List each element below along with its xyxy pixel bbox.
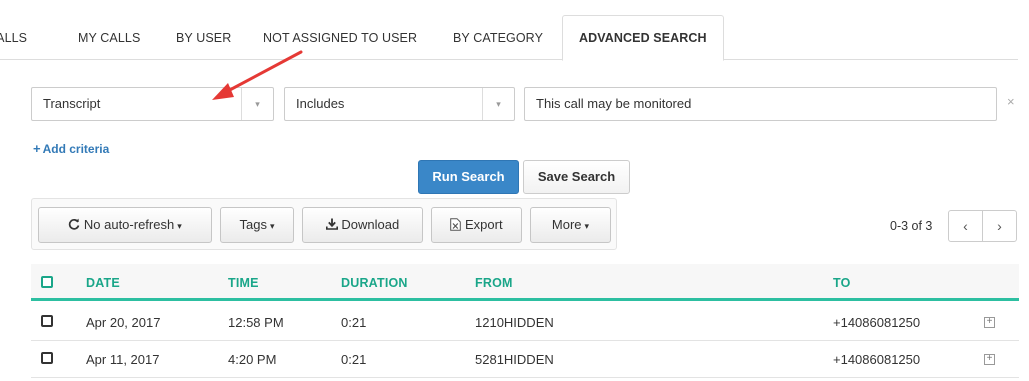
refresh-icon xyxy=(69,218,80,230)
criteria-text-value: This call may be monitored xyxy=(536,96,692,111)
tags-dropdown[interactable]: Tags ▾ xyxy=(220,207,294,243)
cell-to: +14086081250 xyxy=(833,352,921,367)
download-button[interactable]: Download xyxy=(302,207,423,243)
tab-by-category[interactable]: BY CATEGORY xyxy=(453,15,543,60)
export-label: Export xyxy=(465,217,503,232)
criteria-field-value: Transcript xyxy=(43,96,101,111)
cell-date: Apr 20, 2017 xyxy=(86,315,161,330)
cell-to: +14086081250 xyxy=(833,315,921,330)
download-icon xyxy=(325,218,338,230)
add-criteria-label: Add criteria xyxy=(42,142,110,156)
auto-refresh-label: No auto-refresh xyxy=(83,217,175,232)
table-row[interactable]: Apr 11, 2017 4:20 PM 0:21 5281HIDDEN +14… xyxy=(31,341,1019,378)
cell-duration: 0:21 xyxy=(341,315,367,330)
more-dropdown[interactable]: More ▾ xyxy=(530,207,611,243)
criteria-operator-select[interactable]: Includes ▾ xyxy=(284,87,515,121)
run-search-button[interactable]: Run Search xyxy=(418,160,519,194)
chevron-left-icon: ‹ xyxy=(963,218,968,234)
chevron-down-icon: ▾ xyxy=(269,221,275,231)
tab-advanced-search[interactable]: ADVANCED SEARCH xyxy=(562,15,724,61)
chevron-down-icon: ▾ xyxy=(177,221,182,231)
chevron-down-icon: ▾ xyxy=(482,88,514,120)
column-time[interactable]: TIME xyxy=(228,276,259,290)
pager-summary: 0-3 of 3 xyxy=(890,219,933,233)
row-checkbox[interactable] xyxy=(41,315,53,327)
select-all-checkbox[interactable] xyxy=(41,276,53,288)
tab-calls[interactable]: CALLS xyxy=(0,15,27,60)
column-to[interactable]: TO xyxy=(833,276,851,290)
criteria-operator-value: Includes xyxy=(296,96,345,111)
expand-row-icon[interactable]: + xyxy=(984,317,995,328)
tab-by-user[interactable]: BY USER xyxy=(176,15,231,60)
column-duration[interactable]: DURATION xyxy=(341,276,408,290)
tab-bar: CALLS MY CALLS BY USER NOT ASSIGNED TO U… xyxy=(0,15,1029,61)
tags-label: Tags xyxy=(239,217,267,232)
cell-from: 5281HIDDEN xyxy=(475,352,554,367)
tab-my-calls[interactable]: MY CALLS xyxy=(78,15,140,60)
plus-icon: + xyxy=(33,141,41,156)
row-checkbox[interactable] xyxy=(41,352,53,364)
chevron-down-icon: ▾ xyxy=(241,88,273,120)
chevron-down-icon: ▾ xyxy=(584,221,590,231)
cell-date: Apr 11, 2017 xyxy=(86,352,160,367)
more-label: More xyxy=(551,217,582,232)
previous-page-button[interactable]: ‹ xyxy=(948,210,983,242)
cell-from: 1210HIDDEN xyxy=(475,315,554,330)
criteria-text-input[interactable]: This call may be monitored xyxy=(524,87,997,121)
save-search-button[interactable]: Save Search xyxy=(523,160,630,194)
column-from[interactable]: FROM xyxy=(475,276,513,290)
cell-time: 4:20 PM xyxy=(228,352,277,367)
tab-not-assigned-to-user[interactable]: NOT ASSIGNED TO USER xyxy=(263,15,417,60)
auto-refresh-dropdown[interactable]: No auto-refresh ▾ xyxy=(38,207,212,243)
expand-row-icon[interactable]: + xyxy=(984,354,995,365)
remove-criteria-icon[interactable]: × xyxy=(1007,94,1015,109)
excel-file-icon xyxy=(450,218,462,231)
add-criteria-link[interactable]: + Add criteria xyxy=(33,141,109,156)
cell-duration: 0:21 xyxy=(341,352,367,367)
criteria-field-select[interactable]: Transcript ▾ xyxy=(31,87,274,121)
cell-time: 12:58 PM xyxy=(228,315,284,330)
chevron-right-icon: › xyxy=(997,218,1002,234)
download-label: Download xyxy=(341,217,400,232)
table-row[interactable]: Apr 20, 2017 12:58 PM 0:21 1210HIDDEN +1… xyxy=(31,304,1019,341)
next-page-button[interactable]: › xyxy=(982,210,1017,242)
table-header: DATE TIME DURATION FROM TO xyxy=(31,264,1019,301)
export-button[interactable]: Export xyxy=(431,207,522,243)
column-date[interactable]: DATE xyxy=(86,276,120,290)
